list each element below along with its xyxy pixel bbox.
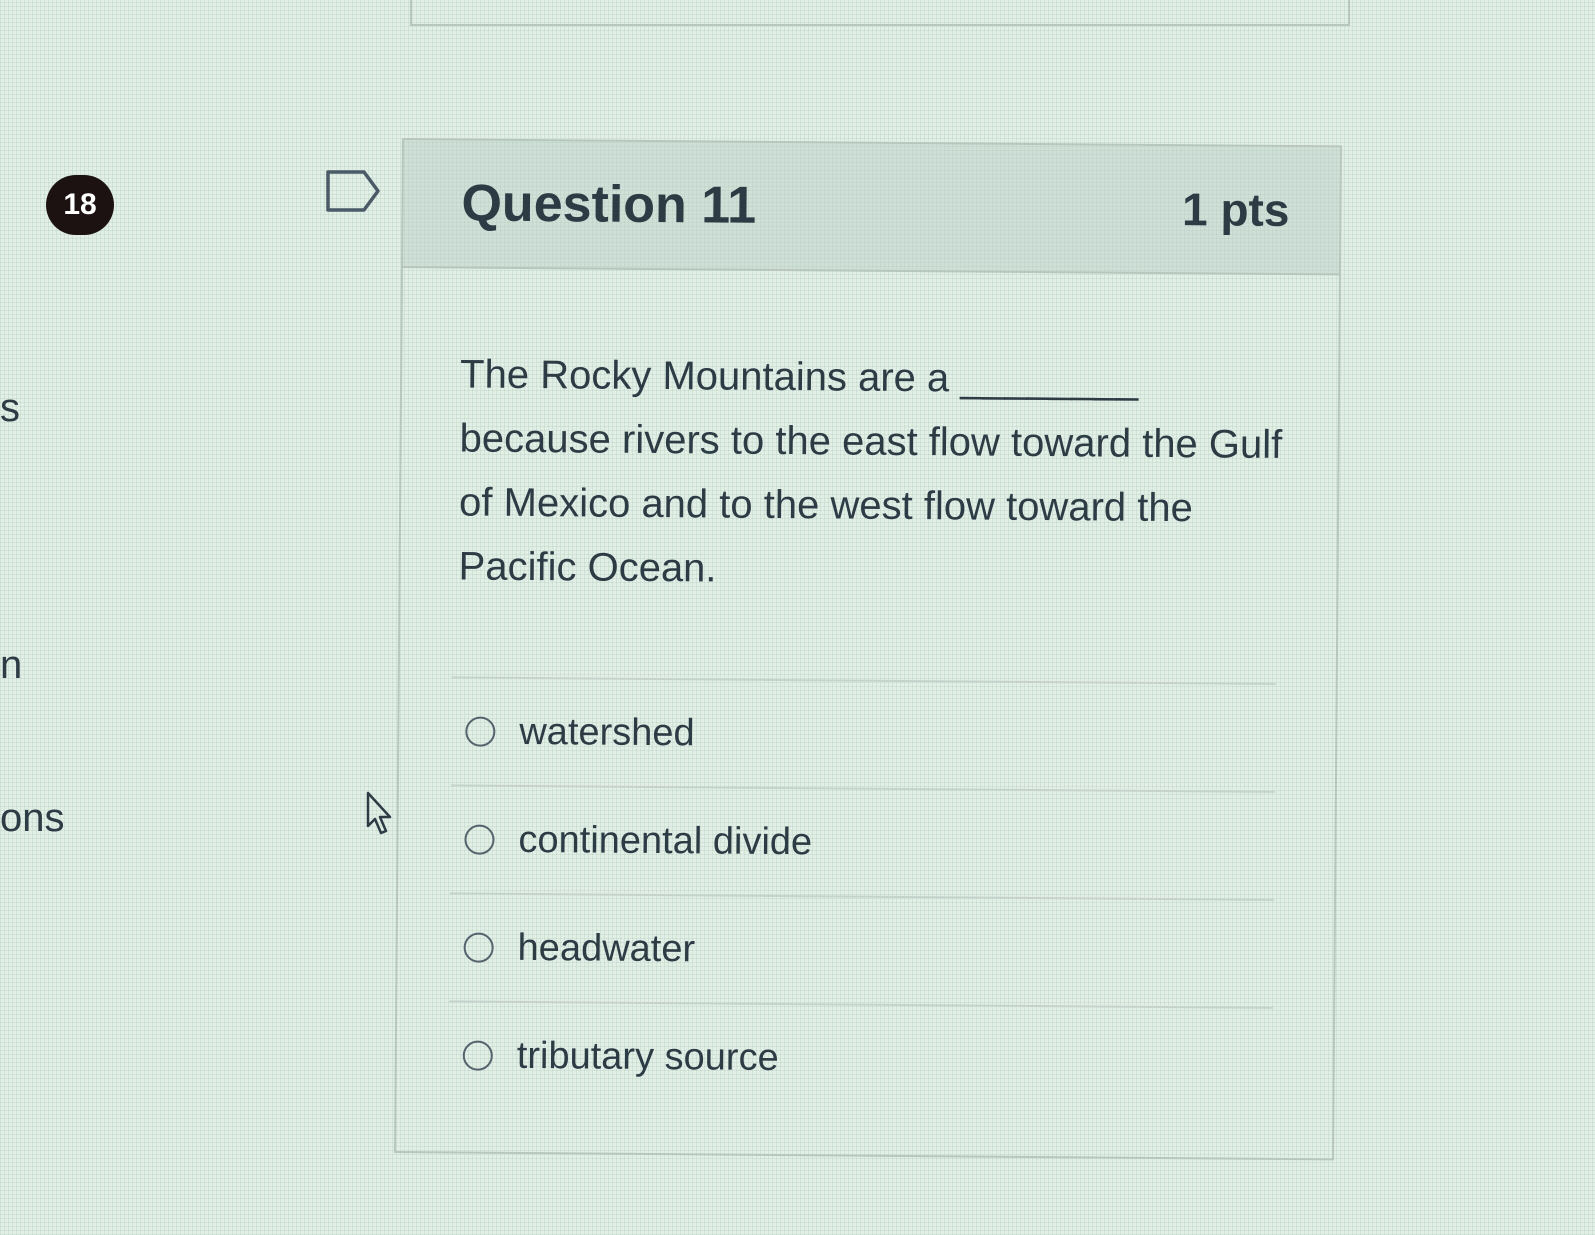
sidebar-text-fragment: s (0, 386, 20, 430)
answer-option-continental-divide[interactable]: continental divide (450, 784, 1275, 899)
question-prompt: The Rocky Mountains are a ________ becau… (458, 352, 1283, 591)
answer-option-tributary-source[interactable]: tributary source (448, 1000, 1274, 1115)
radio-button[interactable] (465, 716, 496, 747)
answer-list: watershed continental divide headwater t… (448, 676, 1276, 1115)
mouse-pointer-icon (366, 791, 392, 835)
radio-button[interactable] (463, 932, 494, 963)
answer-label: headwater (517, 926, 696, 970)
sidebar-text-fragment[interactable]: ons (0, 798, 65, 838)
answer-label: continental divide (518, 818, 813, 863)
answer-option-headwater[interactable]: headwater (449, 892, 1275, 1007)
question-header: Question 11 1 pts (402, 140, 1340, 276)
radio-button[interactable] (464, 824, 495, 855)
question-card: Question 11 1 pts The Rocky Mountains ar… (394, 138, 1342, 1161)
flag-question-icon[interactable] (324, 168, 384, 214)
sidebar-text-fragment: n (0, 643, 23, 687)
answer-label: tributary source (516, 1034, 779, 1079)
question-title: Question 11 (461, 174, 757, 235)
question-points: 1 pts (1181, 183, 1290, 236)
radio-button[interactable] (462, 1040, 493, 1071)
answer-label: watershed (519, 710, 695, 754)
unread-count-badge[interactable]: 18 (46, 175, 114, 235)
answer-option-watershed[interactable]: watershed (450, 676, 1276, 791)
previous-question-card (410, 0, 1350, 26)
